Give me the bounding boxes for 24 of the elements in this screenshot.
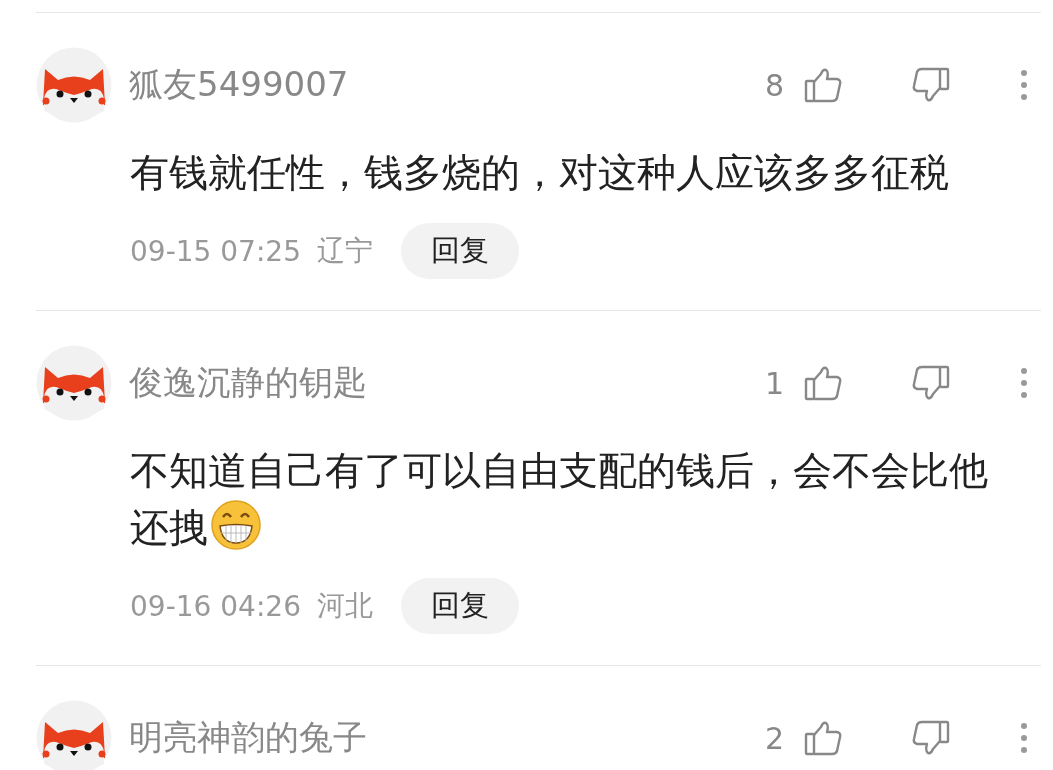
comment-text: 不知道自己有了可以自由支配的钱后，会不会比他: [130, 448, 988, 493]
like-count: 8: [764, 67, 784, 103]
comment-time: 09-15 07:25: [130, 234, 301, 268]
thumbs-up-icon[interactable]: [804, 364, 842, 402]
reply-button[interactable]: 回复: [400, 223, 519, 279]
like-count: 1: [764, 365, 784, 401]
reply-button[interactable]: 回复: [400, 578, 519, 634]
thumbs-down-icon[interactable]: [912, 719, 950, 757]
thumbs-down-icon[interactable]: [912, 66, 950, 104]
more-icon[interactable]: [1020, 367, 1028, 399]
comment-text: 有钱就任性，钱多烧的，对这种人应该多多征税: [130, 150, 949, 195]
more-icon[interactable]: [1020, 722, 1028, 754]
comment-location: 河北: [316, 588, 373, 624]
thumbs-up-icon[interactable]: [804, 719, 842, 757]
thumbs-up-icon[interactable]: [804, 66, 842, 104]
comment-location: 辽宁: [316, 233, 373, 269]
more-icon[interactable]: [1020, 69, 1028, 101]
comment-time: 09-16 04:26: [130, 589, 301, 623]
user-name[interactable]: 俊逸沉静的钥匙: [129, 360, 765, 406]
user-name[interactable]: 明亮神韵的兔子: [129, 715, 765, 761]
comment-text: 还拽: [130, 505, 208, 550]
user-name[interactable]: 狐友5499007: [129, 62, 765, 108]
like-count: 2: [764, 720, 784, 756]
thumbs-down-icon[interactable]: [912, 364, 950, 402]
